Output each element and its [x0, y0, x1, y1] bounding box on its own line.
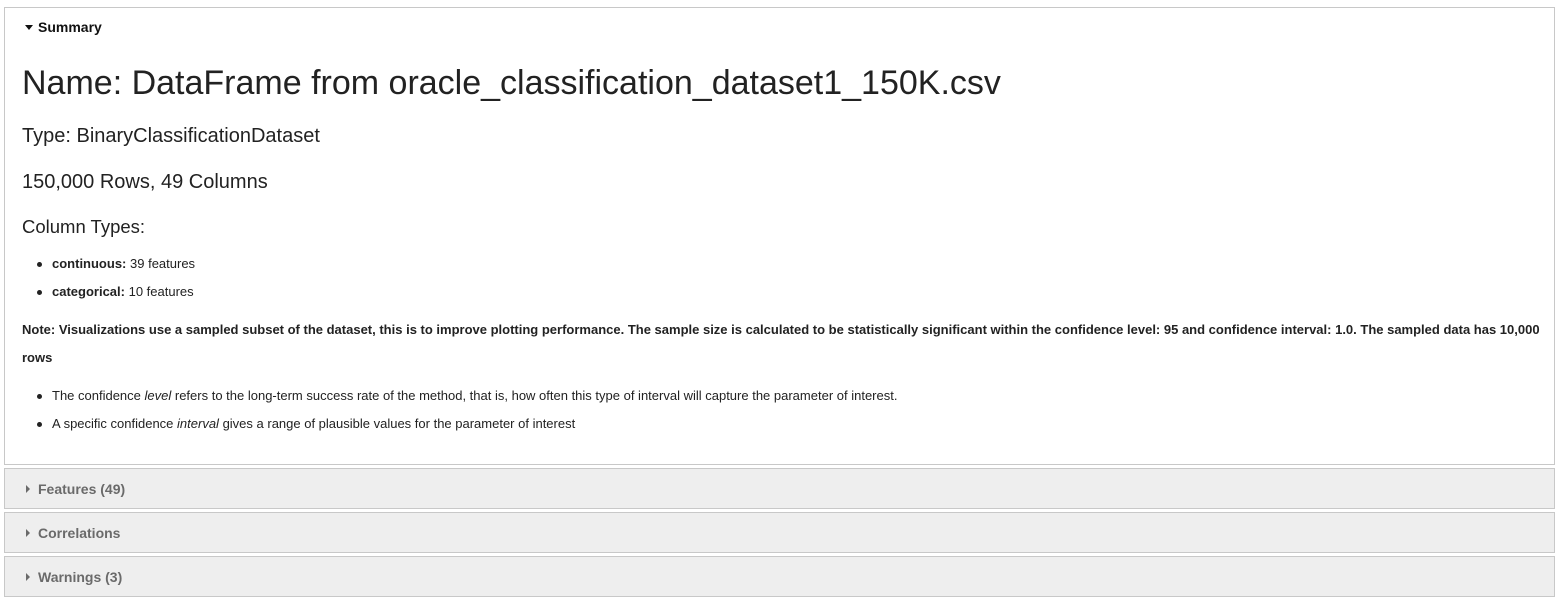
column-types-heading: Column Types:: [22, 216, 146, 237]
column-type-label: categorical:: [52, 284, 125, 299]
list-item: The confidence level refers to the long-…: [36, 382, 897, 410]
dataset-type-heading: Type: BinaryClassificationDataset: [22, 125, 320, 147]
column-type-label: continuous:: [52, 256, 127, 271]
note-suffix: refers to the long-term success rate of …: [171, 388, 898, 403]
caret-right-icon: [26, 485, 30, 493]
summary-header-label: Summary: [38, 19, 102, 35]
warnings-header-label: Warnings (3): [38, 569, 123, 585]
warnings-panel: Warnings (3): [4, 556, 1555, 597]
correlations-toggle[interactable]: Correlations: [26, 525, 120, 541]
caret-right-icon: [26, 573, 30, 581]
correlations-panel: Correlations: [4, 512, 1555, 553]
summary-toggle[interactable]: Summary: [25, 19, 102, 35]
features-panel: Features (49): [4, 468, 1555, 509]
column-type-value: 39 features: [130, 256, 196, 271]
confidence-notes-list: The confidence level refers to the long-…: [36, 382, 897, 438]
note-emphasis: interval: [177, 416, 219, 431]
column-types-list: continuous: 39 features categorical: 10 …: [36, 250, 195, 306]
features-toggle[interactable]: Features (49): [26, 481, 125, 497]
dataset-name-heading: Name: DataFrame from oracle_classificati…: [22, 64, 1001, 102]
note-prefix: A specific confidence: [52, 416, 178, 431]
list-item: categorical: 10 features: [36, 278, 195, 306]
summary-panel: Summary Name: DataFrame from oracle_clas…: [4, 7, 1555, 465]
note-emphasis: level: [144, 388, 172, 403]
note-prefix: The confidence: [52, 388, 145, 403]
caret-down-icon: [25, 25, 33, 30]
correlations-header-label: Correlations: [38, 525, 121, 541]
list-item: A specific confidence interval gives a r…: [36, 410, 897, 438]
rows-columns-heading: 150,000 Rows, 49 Columns: [22, 171, 268, 193]
warnings-toggle[interactable]: Warnings (3): [26, 569, 122, 585]
column-type-value: 10 features: [128, 284, 194, 299]
note-suffix: gives a range of plausible values for th…: [218, 416, 576, 431]
sampling-note: Note: Visualizations use a sampled subse…: [22, 322, 1540, 365]
features-header-label: Features (49): [38, 481, 126, 497]
caret-right-icon: [26, 529, 30, 537]
list-item: continuous: 39 features: [36, 250, 195, 278]
